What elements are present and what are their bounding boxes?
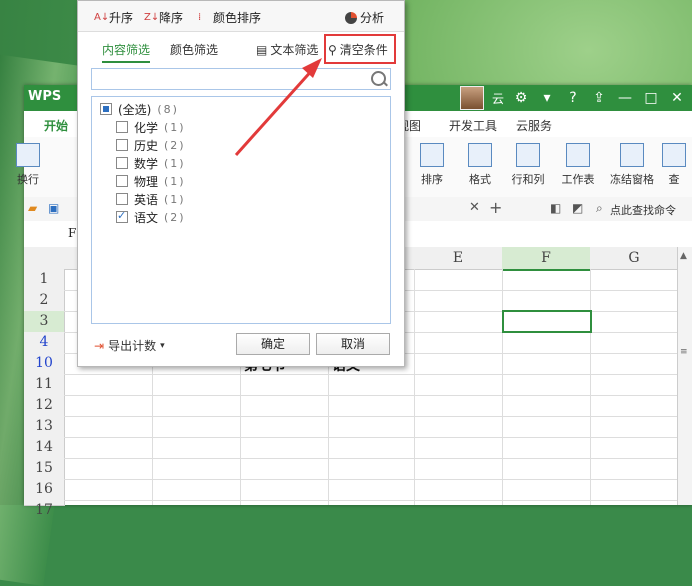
annotation-arrow <box>234 58 322 157</box>
